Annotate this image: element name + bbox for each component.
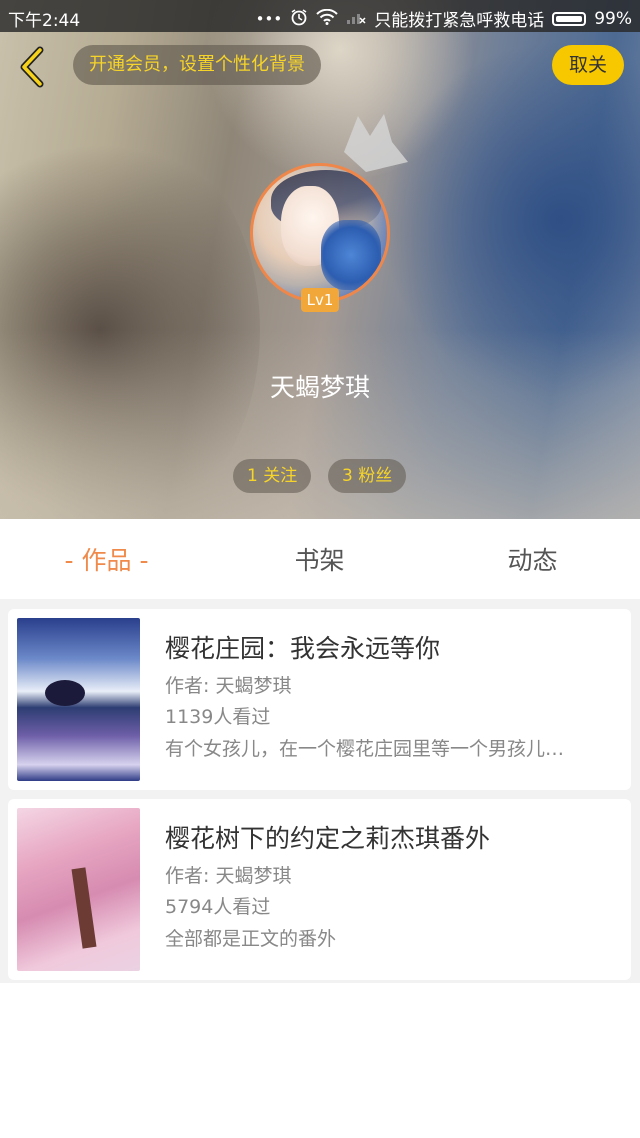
- user-nickname: 天蝎梦琪: [269, 373, 370, 402]
- tab-activity[interactable]: 动态: [426, 519, 639, 599]
- unfollow-button[interactable]: 取关: [552, 45, 624, 85]
- more-dots-icon: •••: [255, 9, 283, 28]
- status-time: 下午2:44: [8, 11, 81, 31]
- work-title: 樱花庄园：我会永远等你: [165, 634, 441, 663]
- carrier-text: 只能拨打紧急呼救电话: [374, 11, 545, 31]
- status-bar: 下午2:44 ••• 只能拨打紧急呼救电话 99%: [0, 0, 640, 32]
- battery-percent: 99%: [594, 8, 632, 29]
- level-badge: Lv1: [301, 288, 339, 312]
- signal-icon: [346, 9, 366, 29]
- crown-icon: [344, 114, 408, 172]
- book-cover-image: [17, 808, 140, 971]
- work-summary: 有个女孩儿，在一个樱花庄园里等一个男孩儿…: [165, 738, 565, 760]
- following-count[interactable]: 1 关注: [233, 459, 312, 493]
- wifi-icon: [316, 8, 338, 29]
- profile-tabs: - 作品 - 书架 动态: [0, 519, 640, 599]
- battery-icon: [552, 11, 587, 26]
- followers-count[interactable]: 3 粉丝: [328, 459, 407, 493]
- back-button[interactable]: [14, 44, 50, 90]
- list-item[interactable]: 樱花庄园：我会永远等你 作者: 天蝎梦琪 1139人看过 有个女孩儿，在一个樱花…: [8, 609, 631, 790]
- tab-bookshelf[interactable]: 书架: [213, 519, 426, 599]
- alarm-icon: [290, 8, 308, 30]
- work-author: 作者: 天蝎梦琪: [165, 675, 292, 697]
- work-author: 作者: 天蝎梦琪: [165, 865, 292, 887]
- vip-background-prompt[interactable]: 开通会员，设置个性化背景: [73, 45, 321, 85]
- avatar[interactable]: [250, 163, 390, 303]
- work-views: 5794人看过: [165, 896, 271, 918]
- work-summary: 全部都是正文的番外: [165, 928, 337, 950]
- tab-works[interactable]: - 作品 -: [0, 519, 213, 599]
- works-list: 樱花庄园：我会永远等你 作者: 天蝎梦琪 1139人看过 有个女孩儿，在一个樱花…: [0, 599, 640, 983]
- chevron-left-icon: [20, 46, 44, 88]
- work-views: 1139人看过: [165, 706, 271, 728]
- book-cover-image: [17, 618, 140, 781]
- list-item[interactable]: 樱花树下的约定之莉杰琪番外 作者: 天蝎梦琪 5794人看过 全部都是正文的番外: [8, 799, 631, 980]
- work-title: 樱花树下的约定之莉杰琪番外: [165, 824, 491, 853]
